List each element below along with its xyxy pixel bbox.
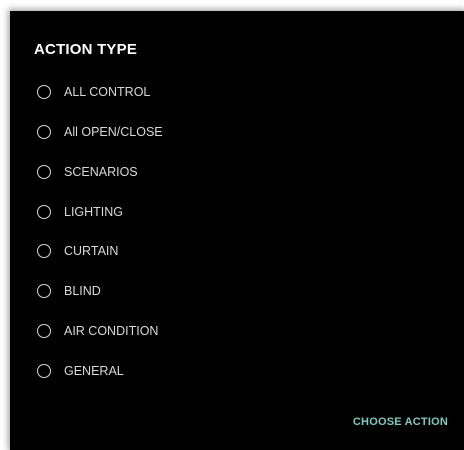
option-lighting[interactable]: LIGHTING (37, 201, 123, 223)
option-general[interactable]: GENERAL (37, 360, 124, 382)
radio-button[interactable] (37, 165, 51, 179)
radio-button[interactable] (37, 85, 51, 99)
radio-button[interactable] (37, 244, 51, 258)
option-label: SCENARIOS (64, 165, 138, 179)
option-label: CURTAIN (64, 244, 119, 258)
option-air-condition[interactable]: AIR CONDITION (37, 320, 158, 342)
option-label: AIR CONDITION (64, 324, 159, 338)
radio-button[interactable] (37, 284, 51, 298)
radio-button[interactable] (37, 205, 51, 219)
option-blind[interactable]: BLIND (37, 280, 101, 302)
radio-button[interactable] (37, 125, 51, 139)
option-all-open-close[interactable]: All OPEN/CLOSE (37, 121, 163, 143)
action-type-dialog: ACTION TYPE ALL CONTROL All OPEN/CLOSE S… (10, 11, 464, 450)
option-label: GENERAL (64, 364, 124, 378)
option-curtain[interactable]: CURTAIN (37, 240, 118, 262)
option-scenarios[interactable]: SCENARIOS (37, 161, 138, 183)
option-label: All OPEN/CLOSE (64, 125, 163, 139)
choose-action-button[interactable]: CHOOSE ACTION (353, 415, 448, 429)
dialog-title: ACTION TYPE (34, 41, 138, 58)
radio-button[interactable] (37, 364, 51, 378)
option-label: ALL CONTROL (64, 85, 151, 99)
option-label: LIGHTING (64, 205, 124, 219)
option-label: BLIND (64, 284, 101, 298)
radio-button[interactable] (37, 324, 51, 338)
option-all-control[interactable]: ALL CONTROL (37, 81, 150, 103)
